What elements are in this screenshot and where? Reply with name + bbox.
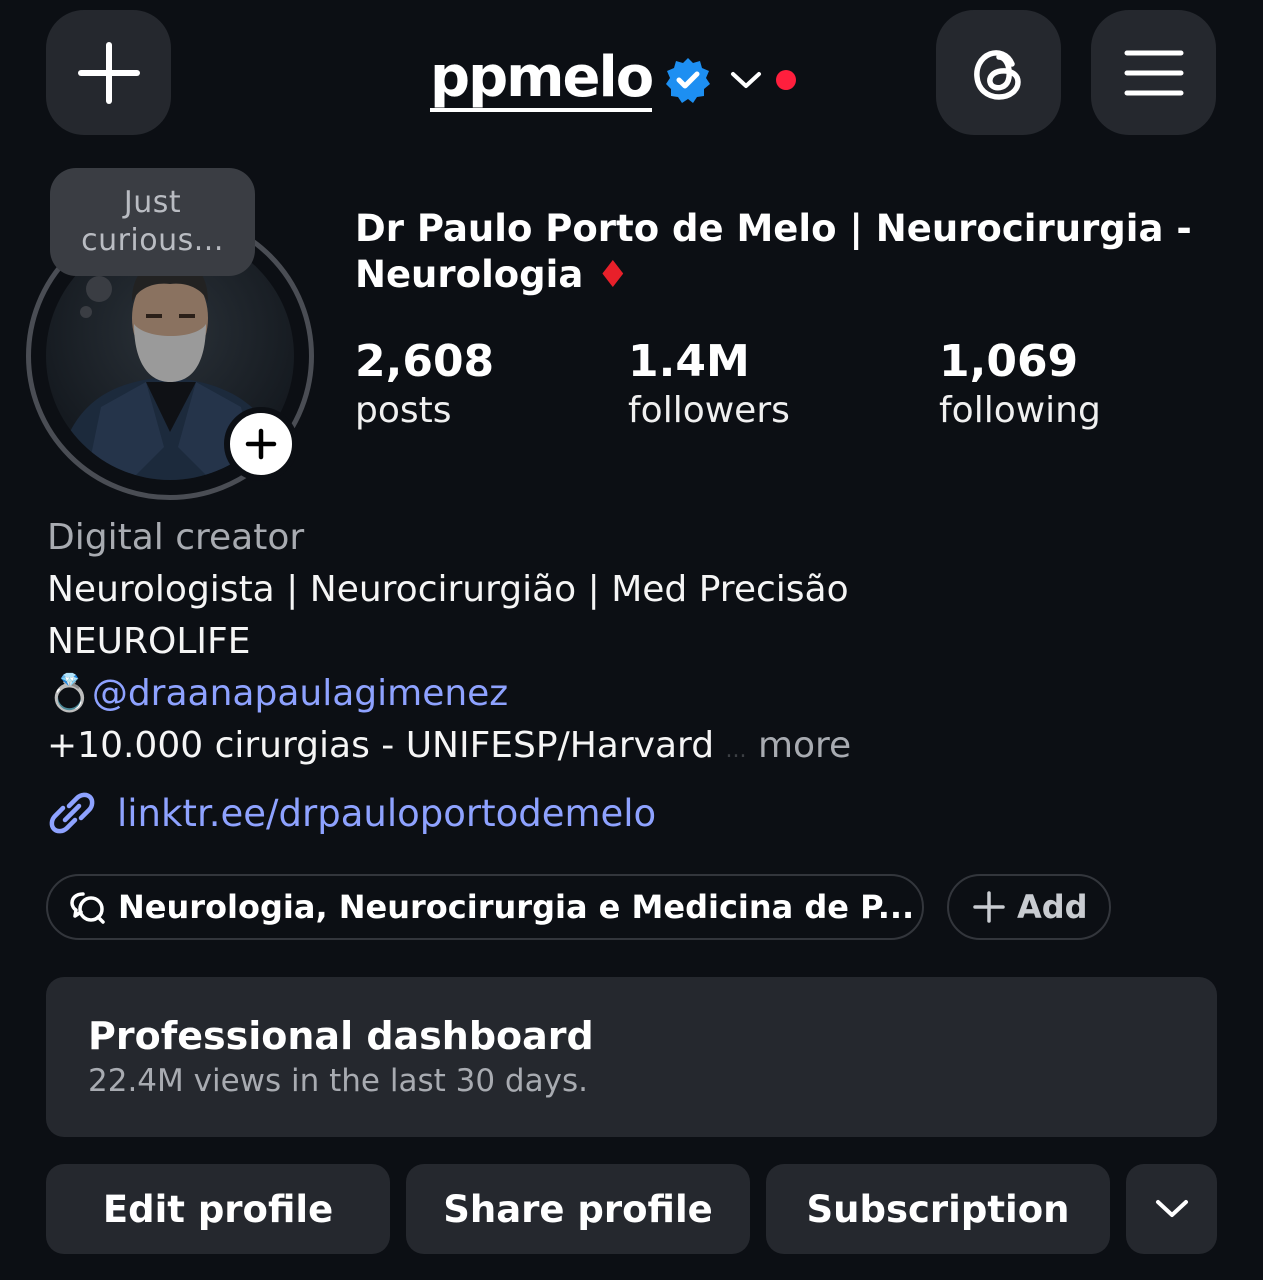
add-label: Add — [1017, 888, 1088, 926]
bio-line: Neurologista | Neurocirurgião | Med Prec… — [47, 569, 849, 610]
stat-value: 2,608 — [355, 336, 495, 387]
following-count[interactable]: 1,069 following — [939, 336, 1101, 434]
channel-label: Neurologia, Neurocirurgia e Medicina de … — [118, 888, 915, 926]
suggested-accounts-button[interactable] — [1126, 1164, 1217, 1254]
broadcast-channel-pill[interactable]: Neurologia, Neurocirurgia e Medicina de … — [46, 874, 924, 940]
bio-line: +10.000 cirurgias - UNIFESP/Harvard — [47, 725, 715, 766]
stat-value: 1,069 — [939, 336, 1079, 387]
bio: Digital creator Neurologista | Neurociru… — [47, 512, 1227, 772]
chevron-down-icon — [1155, 1200, 1188, 1217]
ring-emoji: 💍 — [47, 673, 92, 714]
plus-icon — [245, 428, 277, 460]
professional-dashboard[interactable]: Professional dashboard 22.4M views in th… — [46, 977, 1217, 1137]
account-switcher[interactable]: ppmelo — [430, 40, 797, 120]
stat-label: followers — [628, 390, 790, 431]
plus-icon — [77, 41, 140, 104]
new-post-button[interactable] — [46, 10, 171, 135]
note-bubble-tail — [86, 276, 112, 302]
edit-profile-button[interactable]: Edit profile — [46, 1164, 390, 1254]
chevron-down-icon — [731, 72, 762, 88]
external-link[interactable]: linktr.ee/drpauloportodemelo — [47, 785, 656, 841]
threads-icon — [973, 49, 1021, 100]
channel-icon — [70, 892, 105, 924]
stat-value: 1.4M — [628, 336, 750, 387]
dashboard-title: Professional dashboard — [88, 1014, 594, 1058]
note-bubble-tail-small — [80, 306, 92, 318]
display-name: Dr Paulo Porto de Melo | Neurocirurgia -… — [355, 207, 1192, 296]
note-bubble[interactable]: Just curious... — [50, 168, 255, 276]
notification-dot — [776, 70, 797, 90]
followers-count[interactable]: 1.4M followers — [628, 336, 790, 434]
posts-count[interactable]: 2,608 posts — [355, 336, 494, 434]
diamond-emoji: ♦ — [596, 253, 630, 296]
hamburger-menu-icon — [1124, 50, 1183, 95]
username: ppmelo — [430, 45, 654, 112]
stat-label: posts — [355, 390, 452, 431]
dashboard-subtitle: 22.4M views in the last 30 days. — [88, 1063, 588, 1099]
link-icon — [49, 792, 95, 834]
verified-badge-icon — [666, 58, 711, 103]
threads-button[interactable] — [936, 10, 1061, 135]
menu-button[interactable] — [1091, 10, 1216, 135]
bio-ellipsis: ... — [725, 738, 747, 763]
plus-icon — [973, 891, 1005, 923]
category-label: Digital creator — [47, 517, 305, 558]
note-text: Just curious... — [81, 185, 224, 258]
bio-line: NEUROLIFE — [47, 621, 251, 662]
share-profile-button[interactable]: Share profile — [406, 1164, 750, 1254]
more-link[interactable]: more — [758, 725, 851, 766]
link-text: linktr.ee/drpauloportodemelo — [117, 791, 657, 835]
add-story-button[interactable] — [224, 407, 298, 481]
subscription-button[interactable]: Subscription — [766, 1164, 1110, 1254]
stat-label: following — [939, 390, 1101, 431]
mention-link[interactable]: @draanapaulagimenez — [92, 673, 508, 714]
add-pill-button[interactable]: Add — [947, 874, 1111, 940]
